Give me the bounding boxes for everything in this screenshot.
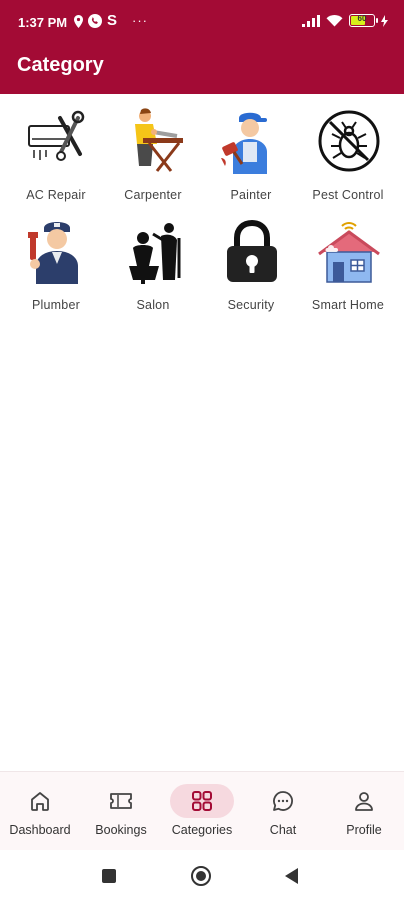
salon-icon <box>129 223 181 284</box>
category-painter[interactable]: Painter <box>201 104 301 204</box>
painter-icon <box>221 112 267 174</box>
category-smart-home[interactable]: Smart Home <box>298 214 398 314</box>
pest-control-icon <box>318 110 380 172</box>
battery-icon: 60 <box>349 14 378 27</box>
nav-icon-container <box>251 784 315 818</box>
ac-repair-icon <box>28 110 85 161</box>
home-button[interactable] <box>191 866 211 886</box>
status-overflow-icon: ··· <box>132 13 149 28</box>
charging-icon <box>381 14 388 27</box>
category-ac-repair[interactable]: AC Repair <box>6 104 106 204</box>
category-label: AC Repair <box>26 188 86 202</box>
category-security[interactable]: Security <box>201 214 301 314</box>
nav-label: Dashboard <box>9 823 71 837</box>
category-plumber[interactable]: Plumber <box>6 214 106 314</box>
category-carpenter[interactable]: Carpenter <box>103 104 203 204</box>
status-system-icons: 60 <box>302 14 388 27</box>
home-icon <box>31 792 49 811</box>
nav-icon-container <box>8 784 72 818</box>
category-label: Carpenter <box>124 188 182 202</box>
category-label: Pest Control <box>312 188 384 202</box>
nav-label: Profile <box>346 823 382 837</box>
home-button-dot <box>196 871 206 881</box>
nav-item-dashboard[interactable]: Dashboard <box>0 772 80 851</box>
phone-call-icon <box>88 14 102 28</box>
nav-icon-container <box>332 784 396 818</box>
recent-apps-button[interactable] <box>102 869 116 883</box>
smart-home-icon <box>318 222 380 283</box>
category-pest-control[interactable]: Pest Control <box>298 104 398 204</box>
ticket-icon <box>110 793 132 809</box>
nav-label: Categories <box>171 823 233 837</box>
status-bar: 1:37 PM S ··· 60 <box>0 0 404 44</box>
plumber-icon <box>28 222 78 284</box>
page-title: Category <box>17 54 104 76</box>
signal-icon <box>302 14 320 27</box>
category-label: Smart Home <box>311 298 385 312</box>
location-icon <box>74 14 83 28</box>
grid-icon <box>192 791 212 811</box>
category-label: Security <box>227 298 275 312</box>
battery-level: 60 <box>357 14 367 23</box>
app-bar: Category <box>0 44 404 94</box>
nav-label: Chat <box>269 823 297 837</box>
category-label: Painter <box>230 188 272 202</box>
category-label: Plumber <box>32 298 80 312</box>
nav-icon-container <box>89 784 153 818</box>
carpenter-icon <box>135 108 183 172</box>
status-time: 1:37 PM <box>18 15 68 30</box>
nav-item-profile[interactable]: Profile <box>324 772 404 851</box>
system-navigation-bar <box>0 850 404 900</box>
battery-tip <box>376 18 378 23</box>
back-button[interactable] <box>285 868 298 884</box>
nav-item-bookings[interactable]: Bookings <box>81 772 161 851</box>
bottom-navigation: Dashboard Bookings Categories Chat Profi… <box>0 771 404 850</box>
status-s-icon: S <box>107 12 118 29</box>
nav-label: Bookings <box>95 823 147 837</box>
chat-bubble-icon <box>273 791 293 811</box>
person-icon <box>355 792 373 811</box>
nav-item-categories[interactable]: Categories <box>162 772 242 851</box>
category-salon[interactable]: Salon <box>103 214 203 314</box>
security-lock-icon <box>227 219 277 282</box>
nav-item-chat[interactable]: Chat <box>243 772 323 851</box>
status-notification-icons: S ··· <box>74 13 148 29</box>
nav-icon-container-active <box>170 784 234 818</box>
category-label: Salon <box>136 298 170 312</box>
wifi-icon <box>326 15 343 27</box>
